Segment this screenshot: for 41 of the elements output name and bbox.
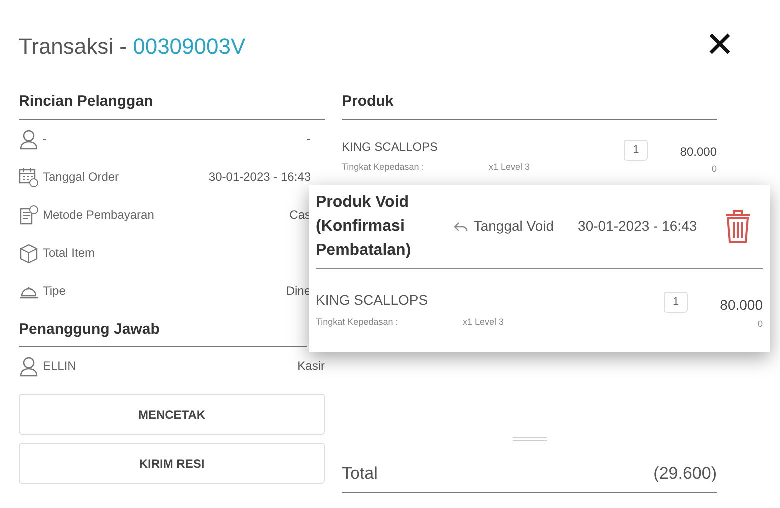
- option-label: Tingkat Kepedasan :: [342, 161, 426, 174]
- row-label: Total Item: [43, 245, 96, 262]
- row-label: Tipe: [43, 283, 66, 300]
- option-value: x1 Level 3: [463, 316, 504, 329]
- trash-icon[interactable]: [725, 210, 751, 244]
- row-label: Metode Pembayaran: [43, 207, 154, 224]
- row-value: Kasir: [298, 358, 325, 375]
- product-price: 80.000: [720, 296, 763, 315]
- option-label: Tingkat Kepedasan :: [316, 316, 400, 329]
- total-label: Total: [342, 462, 378, 484]
- section-heading: Rincian Pelanggan: [19, 92, 154, 112]
- reply-icon: [454, 220, 468, 232]
- product-name: KING SCALLOPS: [342, 139, 440, 156]
- void-date: 30-01-2023 - 16:43: [578, 217, 698, 236]
- person-icon: [19, 128, 39, 150]
- product-name: KING SCALLOPS: [316, 291, 430, 310]
- row-value: -: [307, 131, 311, 148]
- product-subtotal: 0: [758, 318, 763, 331]
- product-price: 80.000: [680, 144, 717, 161]
- action-button[interactable]: KIRIM RESI: [19, 443, 325, 484]
- total-value: (29.600): [654, 462, 717, 484]
- option-value: x1 Level 3: [489, 161, 530, 174]
- row-label: Tanggal Order: [43, 169, 120, 186]
- person-icon: [19, 356, 39, 376]
- box-icon: [19, 242, 39, 264]
- transaction-id: 00309003V: [133, 34, 246, 59]
- quantity-badge: 1: [664, 292, 688, 312]
- action-button[interactable]: MENCETAK: [19, 394, 325, 435]
- section-heading: Produk: [342, 92, 395, 112]
- close-icon[interactable]: [708, 32, 732, 56]
- void-card-title: Produk Void (Konfirmasi Pembatalan): [316, 192, 412, 260]
- quantity-badge: 1: [624, 140, 648, 160]
- void-date-label: Tanggal Void: [474, 217, 554, 236]
- calendar-icon: [19, 166, 39, 188]
- dialog-title: Transaksi -: [19, 34, 128, 59]
- drag-handle[interactable]: [512, 436, 546, 440]
- row-label: -: [43, 131, 47, 148]
- receipt-icon: [19, 204, 39, 226]
- product-subtotal: 0: [712, 163, 717, 176]
- row-label: ELLIN: [43, 358, 76, 375]
- row-value: 30-01-2023 - 16:43: [208, 169, 311, 186]
